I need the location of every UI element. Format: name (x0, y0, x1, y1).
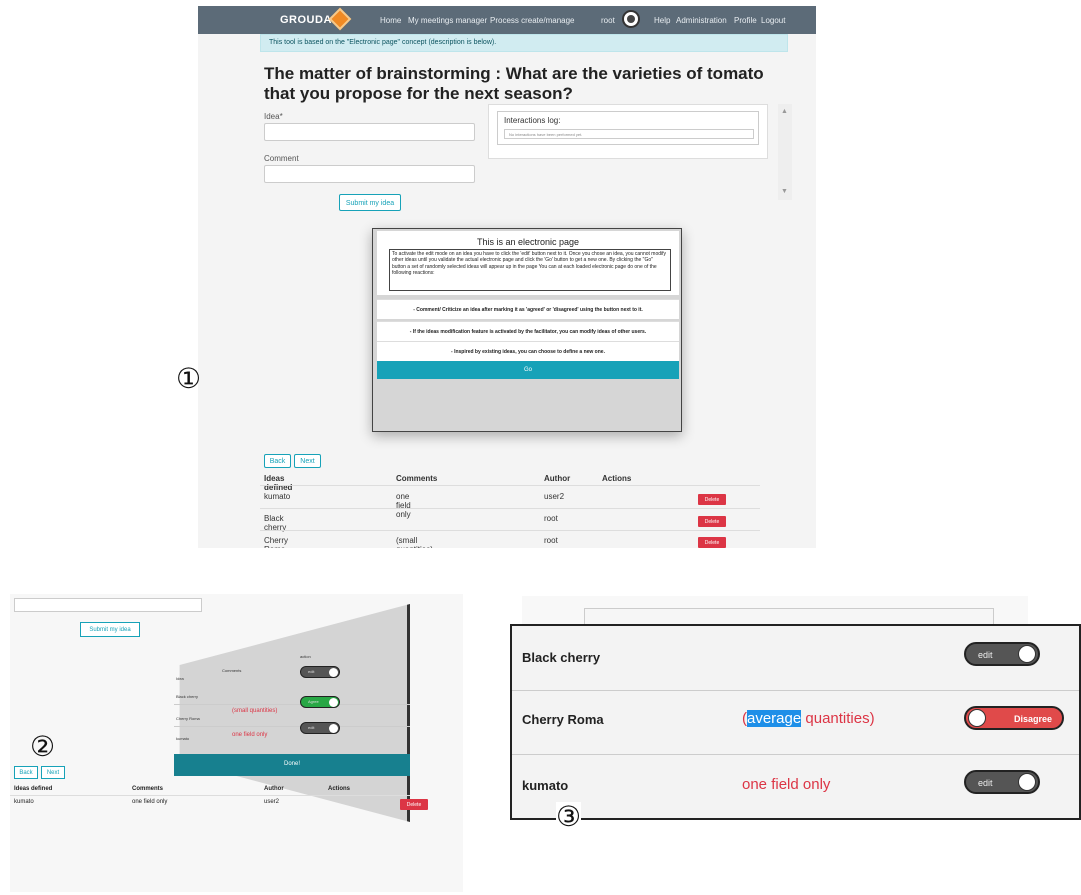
header-comments: Comments (132, 786, 164, 792)
comment-label: Comment (264, 154, 299, 163)
nav-home[interactable]: Home (380, 16, 401, 25)
next-button[interactable]: Next (41, 766, 65, 779)
edit-toggle[interactable]: edit (300, 666, 340, 678)
delete-button[interactable]: Delete (698, 516, 726, 527)
nav-administration[interactable]: Administration (676, 16, 727, 25)
brand-name[interactable]: GROUDA (280, 14, 332, 26)
disagree-toggle[interactable]: Disagree (964, 706, 1064, 730)
row-idea: kumato (264, 492, 291, 501)
row-idea: Cherry Roma (176, 716, 200, 721)
modal-title: This is an electronic page (476, 237, 580, 247)
nav-profile[interactable]: Profile (734, 16, 757, 25)
header-author: Author (544, 474, 571, 483)
agree-toggle[interactable]: Agree (300, 696, 340, 708)
header-author: Author (264, 786, 284, 792)
header-comments: Comments (396, 474, 438, 483)
idea-label: Idea* (264, 112, 283, 121)
nav-my-meetings[interactable]: My meetings manager (408, 16, 487, 25)
comment-edit-field[interactable]: (average quantities) (742, 710, 875, 727)
delete-button[interactable]: Delete (698, 494, 726, 505)
row-idea: kumato (176, 736, 190, 741)
row-comment: one field only (742, 776, 831, 793)
row-idea: Black cherry (522, 650, 601, 665)
interactions-log-box: Interactions log: No interactions have b… (497, 111, 759, 145)
row-idea: kumato (522, 778, 569, 793)
comment-input[interactable] (264, 165, 475, 183)
interactions-log-title: Interactions log: (504, 116, 561, 125)
interactions-log-field: No interactions have been performed yet. (504, 129, 754, 139)
header-ideas: Ideas defined (264, 474, 293, 492)
row-comment: one field only (396, 492, 411, 519)
zoomed-rows: Black cherry edit Cherry Roma (average q… (510, 624, 1081, 820)
row-comment: one field only (232, 732, 268, 738)
step-marker-2: ② (30, 730, 56, 763)
back-button[interactable]: Back (264, 454, 291, 468)
row-idea: Black cherry (176, 694, 199, 699)
modal-header: This is an electronic page To activate t… (377, 231, 679, 295)
submit-idea-button[interactable]: Submit my idea (80, 622, 140, 637)
electronic-page-modal: This is an electronic page To activate t… (372, 228, 682, 432)
done-button[interactable]: Done! (174, 754, 410, 776)
idea-input[interactable] (264, 123, 475, 141)
nav-user[interactable]: root (601, 16, 615, 25)
page-title: The matter of brainstorming : What are t… (264, 64, 764, 103)
row-author: user2 (264, 799, 280, 805)
go-button[interactable]: Go (377, 361, 679, 379)
modal-rule-new: - Inspired by existing ideas, you can ch… (377, 341, 679, 361)
nav-logout[interactable]: Logout (761, 16, 785, 25)
step-marker-1: ① (176, 362, 202, 395)
row-idea: Cherry Roma (522, 712, 604, 727)
header-actions: Actions (602, 474, 632, 483)
modal-rule-modify: - If the ideas modification feature is a… (377, 321, 679, 341)
modal-rule-comment: - Comment/ Criticize an idea after marki… (377, 299, 679, 319)
brand-logo-icon (328, 7, 352, 31)
selected-text: average (747, 710, 802, 727)
step-marker-3: ③ (556, 800, 582, 833)
nav-help[interactable]: Help (654, 16, 670, 25)
next-button[interactable]: Next (294, 454, 321, 468)
row-author: user2 (544, 492, 565, 501)
delete-button[interactable]: Delete (400, 799, 428, 810)
modal-description: To activate the edit mode on an idea you… (389, 249, 671, 291)
col-action: action (300, 654, 311, 659)
row-author: root (544, 514, 558, 523)
row-comment[interactable]: (small quantities) (232, 708, 277, 714)
edit-toggle[interactable]: edit (300, 722, 340, 734)
row-comment: (small quantities) (396, 536, 433, 548)
scrollbar[interactable]: ▲ ▼ (778, 104, 792, 200)
scroll-up-icon[interactable]: ▲ (781, 108, 788, 115)
top-navbar: GROUDA Home My meetings manager Process … (198, 6, 816, 34)
col-idea: Idea (176, 676, 184, 681)
row-comment: one field only (132, 799, 168, 805)
row-idea: Cherry Roma (264, 536, 289, 548)
row-idea: kumato (14, 799, 34, 805)
edit-toggle[interactable]: edit (964, 770, 1040, 794)
col-comments: Comments (222, 668, 242, 673)
idea-input[interactable] (14, 598, 202, 612)
submit-idea-button[interactable]: Submit my idea (339, 194, 401, 211)
interactions-log: Interactions log: No interactions have b… (488, 104, 768, 159)
header-ideas: Ideas defined (14, 786, 53, 792)
avatar[interactable] (622, 10, 640, 28)
row-author: root (544, 536, 558, 545)
edit-toggle[interactable]: edit (964, 642, 1040, 666)
header-actions: Actions (328, 786, 351, 792)
delete-button[interactable]: Delete (698, 537, 726, 548)
nav-process[interactable]: Process create/manage (490, 16, 575, 25)
scroll-down-icon[interactable]: ▼ (781, 188, 788, 195)
electronic-page-screen: GROUDA Home My meetings manager Process … (198, 6, 816, 548)
info-banner: This tool is based on the "Electronic pa… (260, 34, 788, 52)
back-button[interactable]: Back (14, 766, 38, 779)
skewed-page-screen: Submit my idea Idea Comments action Blac… (10, 594, 463, 892)
